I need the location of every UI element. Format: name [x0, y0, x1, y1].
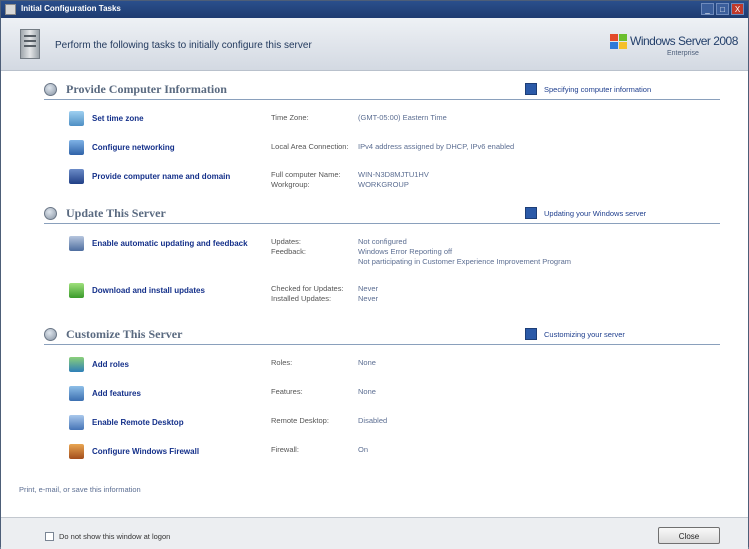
property-label: Feedback:: [271, 247, 307, 256]
window-controls: _ □ X: [701, 3, 744, 15]
task-list: Provide Computer Information Specifying …: [1, 71, 748, 517]
property-value: None: [358, 358, 376, 367]
help-link[interactable]: Specifying computer information: [525, 83, 651, 95]
property-value: Never: [358, 294, 379, 303]
task-enable-remote-desktop[interactable]: Enable Remote Desktop: [69, 414, 269, 430]
task-link[interactable]: Set time zone: [92, 114, 144, 123]
collapse-icon[interactable]: [44, 207, 57, 220]
task-set-time-zone[interactable]: Set time zone: [69, 110, 269, 126]
section-update-this-server[interactable]: Update This Server Updating your Windows…: [44, 206, 720, 224]
help-book-icon: [525, 328, 537, 340]
task-add-features[interactable]: Add features: [69, 385, 269, 401]
task-add-roles[interactable]: Add roles: [69, 356, 269, 372]
features-icon: [69, 385, 84, 401]
task-link[interactable]: Download and install updates: [92, 286, 205, 295]
property-value: None: [358, 387, 376, 396]
task-configure-windows-firewall[interactable]: Configure Windows Firewall: [69, 443, 269, 459]
task-link[interactable]: Enable Remote Desktop: [92, 418, 184, 427]
task-enable-automatic-updating[interactable]: Enable automatic updating and feedback: [69, 235, 269, 251]
help-link-label[interactable]: Updating your Windows server: [544, 209, 646, 218]
help-link-label[interactable]: Customizing your server: [544, 330, 625, 339]
task-download-install-updates[interactable]: Download and install updates: [69, 282, 269, 298]
update-icon: [69, 235, 84, 251]
task-link[interactable]: Configure Windows Firewall: [92, 447, 199, 456]
section-provide-computer-information[interactable]: Provide Computer Information Specifying …: [44, 82, 720, 100]
property-label: Time Zone:: [271, 113, 309, 122]
property-label: Checked for Updates:: [271, 284, 344, 293]
help-book-icon: [525, 83, 537, 95]
task-configure-networking[interactable]: Configure networking: [69, 139, 269, 155]
task-link[interactable]: Add features: [92, 389, 141, 398]
close-window-button[interactable]: X: [731, 3, 744, 15]
property-value: IPv4 address assigned by DHCP, IPv6 enab…: [358, 142, 515, 151]
property-value: Windows Error Reporting off: [358, 247, 453, 256]
windows-flag-icon: [610, 34, 628, 50]
task-computer-name-domain[interactable]: Provide computer name and domain: [69, 168, 269, 184]
task-link[interactable]: Add roles: [92, 360, 129, 369]
collapse-icon[interactable]: [44, 83, 57, 96]
property-value: WIN-N3D8MJTU1HV: [358, 170, 429, 179]
section-divider: [44, 99, 720, 100]
section-customize-this-server[interactable]: Customize This Server Customizing your s…: [44, 327, 720, 345]
property-value: Disabled: [358, 416, 388, 425]
firewall-icon: [69, 443, 84, 459]
help-link-label[interactable]: Specifying computer information: [544, 85, 651, 94]
checkbox-label[interactable]: Do not show this window at logon: [59, 532, 170, 541]
section-divider: [44, 344, 720, 345]
minimize-button[interactable]: _: [701, 3, 714, 15]
property-label: Workgroup:: [271, 180, 310, 189]
property-value: WORKGROUP: [358, 180, 409, 189]
header-banner: Perform the following tasks to initially…: [1, 18, 748, 71]
property-value: Never: [358, 284, 379, 293]
section-title: Customize This Server: [66, 327, 183, 341]
maximize-button[interactable]: □: [716, 3, 729, 15]
task-link[interactable]: Enable automatic updating and feedback: [92, 239, 248, 248]
close-button[interactable]: Close: [658, 527, 720, 544]
windows-server-logo: Windows Server 2008 Enterprise: [610, 32, 738, 62]
bottom-bar: Do not show this window at logon Close: [1, 517, 748, 549]
collapse-icon[interactable]: [44, 328, 57, 341]
brand-name: Windows Server 2008: [630, 34, 738, 48]
task-link[interactable]: Configure networking: [92, 143, 175, 152]
server-icon: [20, 29, 40, 59]
title-bar[interactable]: Initial Configuration Tasks _ □ X: [1, 1, 748, 18]
remote-desktop-icon: [69, 414, 84, 430]
download-icon: [69, 282, 84, 298]
property-label: Roles:: [271, 358, 293, 367]
property-label: Updates:: [271, 237, 302, 246]
computer-icon: [69, 168, 84, 184]
app-icon: [5, 4, 16, 15]
property-label: Features:: [271, 387, 303, 396]
help-link[interactable]: Updating your Windows server: [525, 207, 646, 219]
window-title: Initial Configuration Tasks: [21, 4, 121, 13]
header-instruction: Perform the following tasks to initially…: [55, 40, 312, 51]
help-book-icon: [525, 207, 537, 219]
property-label: Local Area Connection:: [271, 142, 349, 151]
initial-configuration-window: Initial Configuration Tasks _ □ X Perfor…: [0, 0, 749, 549]
do-not-show-checkbox[interactable]: [45, 532, 54, 541]
network-icon: [69, 139, 84, 155]
property-value: (GMT-05:00) Eastern Time: [358, 113, 447, 122]
property-label: Firewall:: [271, 445, 299, 454]
property-label: Remote Desktop:: [271, 416, 329, 425]
property-value: Not configured: [358, 237, 407, 246]
section-title: Update This Server: [66, 206, 166, 220]
property-value: Not participating in Customer Experience…: [358, 257, 572, 266]
section-divider: [44, 223, 720, 224]
task-link[interactable]: Provide computer name and domain: [92, 172, 230, 181]
property-value: On: [358, 445, 369, 454]
clock-icon: [69, 110, 84, 126]
section-title: Provide Computer Information: [66, 82, 227, 96]
roles-icon: [69, 356, 84, 372]
help-link[interactable]: Customizing your server: [525, 328, 625, 340]
property-label: Installed Updates:: [271, 294, 332, 303]
property-label: Full computer Name:: [271, 170, 341, 179]
print-email-save-link[interactable]: Print, e-mail, or save this information: [19, 485, 141, 494]
brand-edition: Enterprise: [667, 50, 699, 57]
